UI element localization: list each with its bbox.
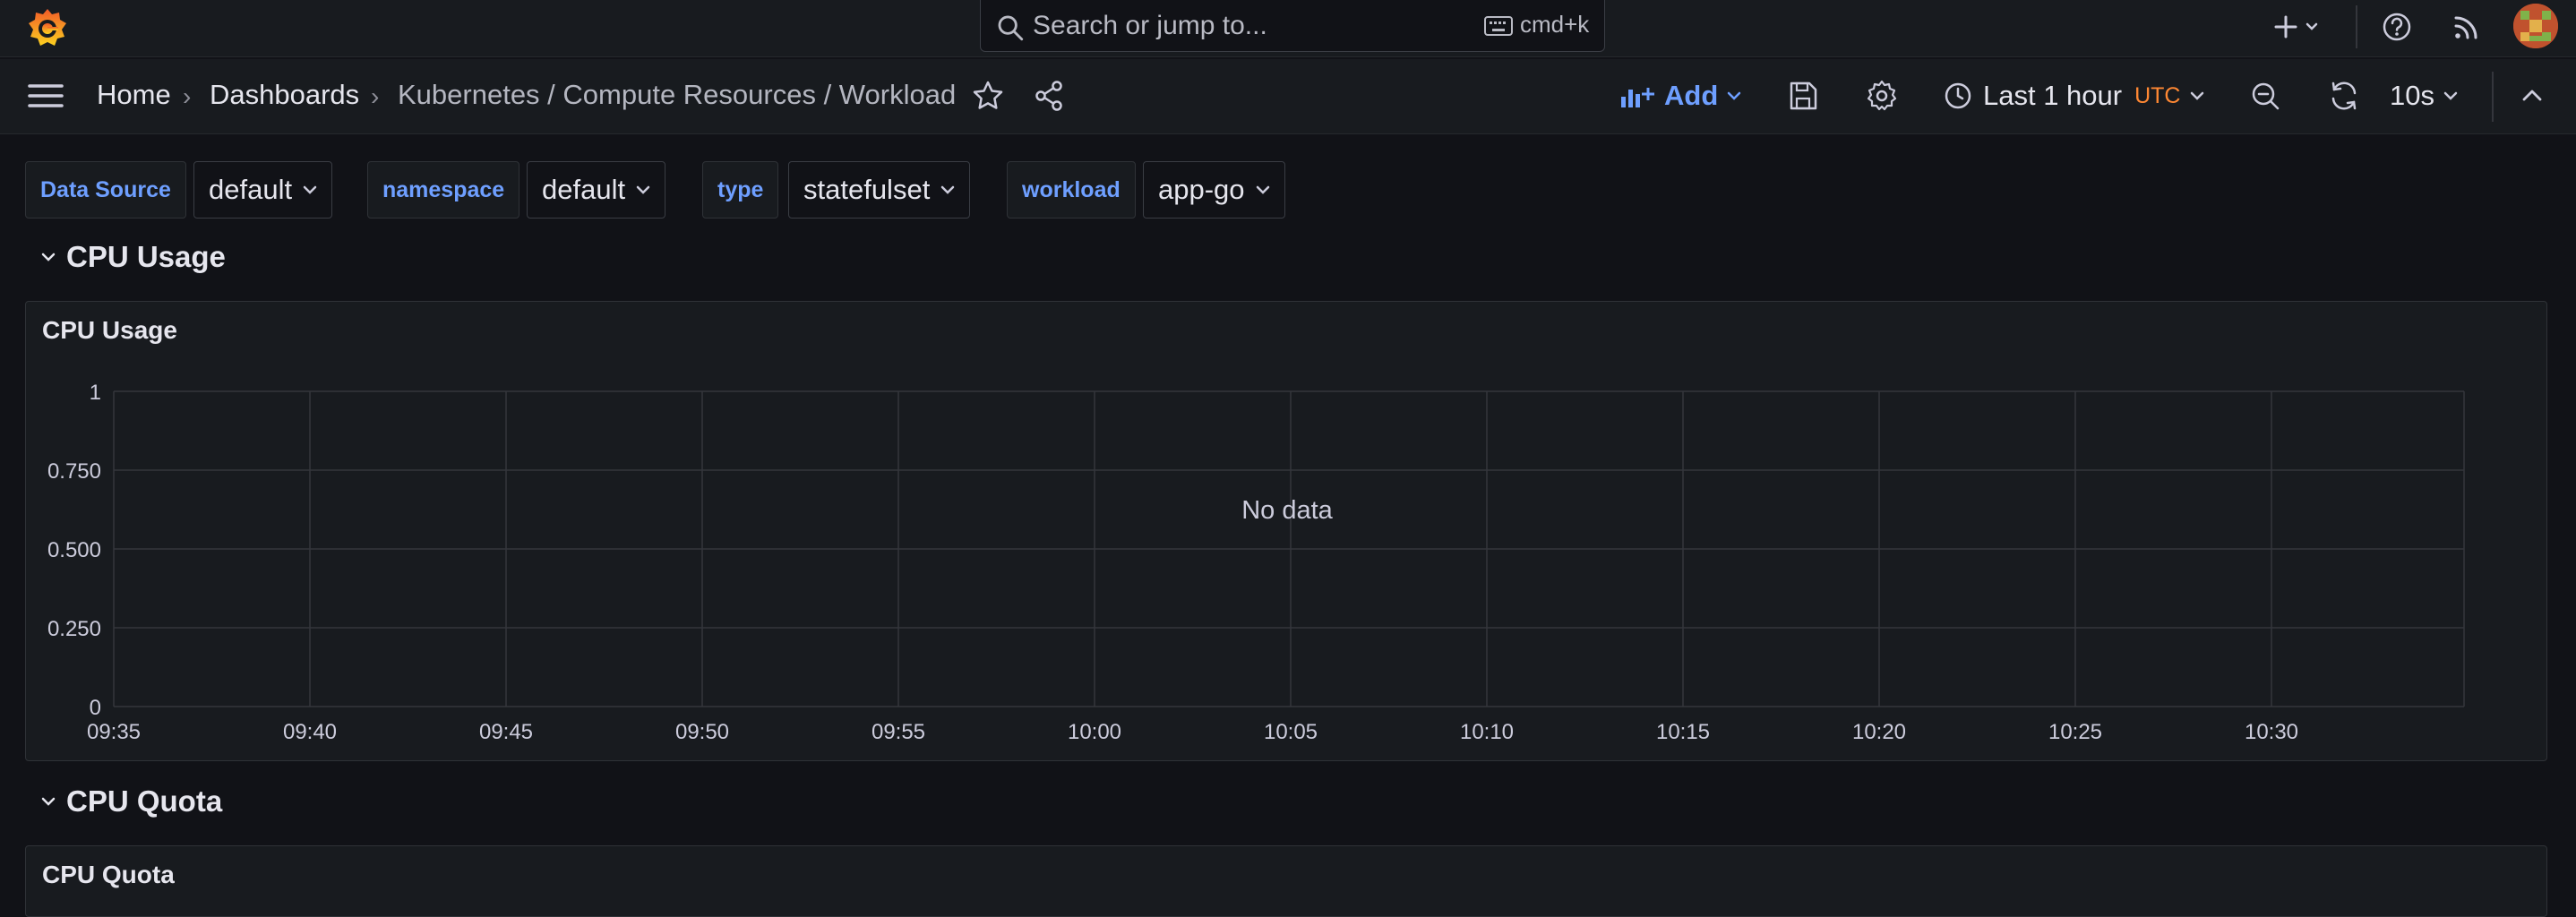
no-data-message: No data: [1241, 496, 1333, 525]
user-avatar[interactable]: [2513, 4, 2558, 48]
collapse-toolbar-button[interactable]: [2513, 77, 2551, 115]
star-button[interactable]: [969, 77, 1007, 115]
x-tick-label: 10:30: [2245, 720, 2298, 744]
refresh-interval-label: 10s: [2390, 80, 2434, 111]
collapse-icon: [2522, 90, 2542, 101]
variable-value: statefulset: [803, 174, 931, 205]
dashboard-settings-button[interactable]: [1863, 77, 1901, 115]
chevron-right-icon: ›: [183, 82, 192, 110]
variable-value: default: [209, 174, 293, 205]
cpu-usage-chart: 1 0.750 0.500 0.250 009:35 09:40 09:45 09:50 09:…: [47, 381, 2465, 744]
top-bar: Search or jump to... cmd+k: [0, 0, 2576, 57]
row-header-cpu-quota[interactable]: CPU Quota: [39, 784, 222, 818]
x-tick-label: 10:25: [2048, 720, 2102, 744]
x-tick-label: 09:55: [872, 720, 925, 744]
rss-icon: [2454, 16, 2477, 39]
chevron-down-icon: [636, 185, 650, 194]
plus-icon: [2274, 15, 2318, 39]
menu-icon[interactable]: [27, 81, 64, 111]
breadcrumb-home[interactable]: Home: [97, 79, 171, 111]
panel-cpu-usage[interactable]: CPU Usage 1 0.750 0.500 0.250 0 09:35 09:40 09:…: [25, 301, 2547, 761]
chevron-down-icon: [1256, 185, 1269, 194]
x-tick-label: 10:05: [1264, 720, 1318, 744]
refresh-button[interactable]: [2325, 77, 2363, 115]
time-range-picker[interactable]: Last 1 hour UTC: [1942, 75, 2204, 116]
x-tick-label: 09:50: [675, 720, 729, 744]
time-range-label: Last 1 hour: [1983, 80, 2123, 111]
y-tick-label: 0.250: [47, 617, 101, 641]
timezone-label: UTC: [2134, 82, 2181, 108]
help-icon: [2383, 13, 2411, 41]
share-button[interactable]: [1030, 77, 1068, 115]
y-tick-label: 0.750: [47, 459, 101, 484]
y-tick-label: 0.500: [47, 538, 101, 562]
variable-select-datasource[interactable]: default: [193, 161, 333, 219]
new-menu-button[interactable]: [2271, 9, 2323, 45]
row-title: CPU Quota: [66, 784, 223, 818]
settings-icon: [1867, 80, 1897, 111]
variable-select-type[interactable]: statefulset: [788, 161, 971, 219]
chevron-down-icon: [941, 185, 955, 194]
refresh-interval-picker[interactable]: 10s: [2390, 75, 2458, 116]
panel-cpu-quota[interactable]: CPU Quota: [25, 845, 2547, 917]
chevron-down-icon: [41, 253, 56, 261]
chevron-down-icon: [41, 797, 56, 806]
search-bar[interactable]: Search or jump to... cmd+k: [980, 0, 1605, 52]
x-tick-label: 09:40: [283, 720, 337, 744]
x-tick-label: 09:45: [479, 720, 533, 744]
variable-select-workload[interactable]: app-go: [1143, 161, 1285, 219]
zoom-out-icon: [2252, 82, 2280, 110]
help-button[interactable]: [2379, 9, 2415, 45]
chevron-down-icon: [1728, 91, 1741, 100]
zoom-out-button[interactable]: [2246, 77, 2284, 115]
star-icon: [973, 81, 1003, 109]
grafana-logo-icon[interactable]: [25, 5, 70, 50]
divider: [2492, 72, 2494, 122]
share-icon: [1035, 81, 1062, 111]
save-icon: [1790, 81, 1817, 110]
keyboard-icon: [1484, 16, 1513, 36]
search-shortcut: cmd+k: [1520, 11, 1590, 38]
x-tick-label: 09:35: [87, 720, 141, 744]
save-dashboard-button[interactable]: [1784, 77, 1822, 115]
x-tick-label: 10:10: [1460, 720, 1514, 744]
add-button-label: Add: [1664, 80, 1719, 111]
chevron-down-icon: [2190, 91, 2203, 100]
variable-value: default: [542, 174, 626, 205]
breadcrumb-current-dashboard: Kubernetes / Compute Resources / Workloa…: [398, 79, 957, 110]
row-title: CPU Usage: [66, 240, 226, 273]
y-tick-label: 0: [90, 696, 101, 720]
search-placeholder: Search or jump to...: [1033, 11, 1267, 40]
x-tick-label: 10:00: [1068, 720, 1121, 744]
chevron-down-icon: [2443, 91, 2458, 100]
dashboard-nav-bar: Home › Dashboards › Kubernetes / Compute…: [0, 59, 2576, 134]
news-button[interactable]: [2449, 9, 2485, 45]
variable-label-datasource: Data Source: [25, 161, 186, 219]
variable-label-workload: workload: [1007, 161, 1136, 219]
row-header-cpu-usage[interactable]: CPU Usage: [39, 240, 226, 274]
chevron-down-icon: [303, 185, 317, 194]
variable-label-namespace: namespace: [367, 161, 520, 219]
variable-label-type: type: [702, 161, 779, 219]
breadcrumb-dashboards[interactable]: Dashboards: [210, 79, 359, 111]
refresh-icon: [2331, 81, 2357, 110]
add-panel-icon: [1621, 88, 1654, 107]
add-button[interactable]: Add: [1619, 75, 1741, 116]
panel-title: CPU Quota: [42, 861, 175, 888]
x-tick-label: 10:20: [1852, 720, 1906, 744]
variable-select-namespace[interactable]: default: [527, 161, 666, 219]
divider: [2356, 5, 2357, 48]
clock-icon: [1945, 82, 1971, 109]
chevron-right-icon: ›: [371, 82, 380, 110]
y-tick-label: 1: [90, 381, 101, 405]
variable-value: app-go: [1158, 174, 1245, 205]
x-tick-label: 10:15: [1656, 720, 1710, 744]
search-icon: [998, 15, 1024, 41]
